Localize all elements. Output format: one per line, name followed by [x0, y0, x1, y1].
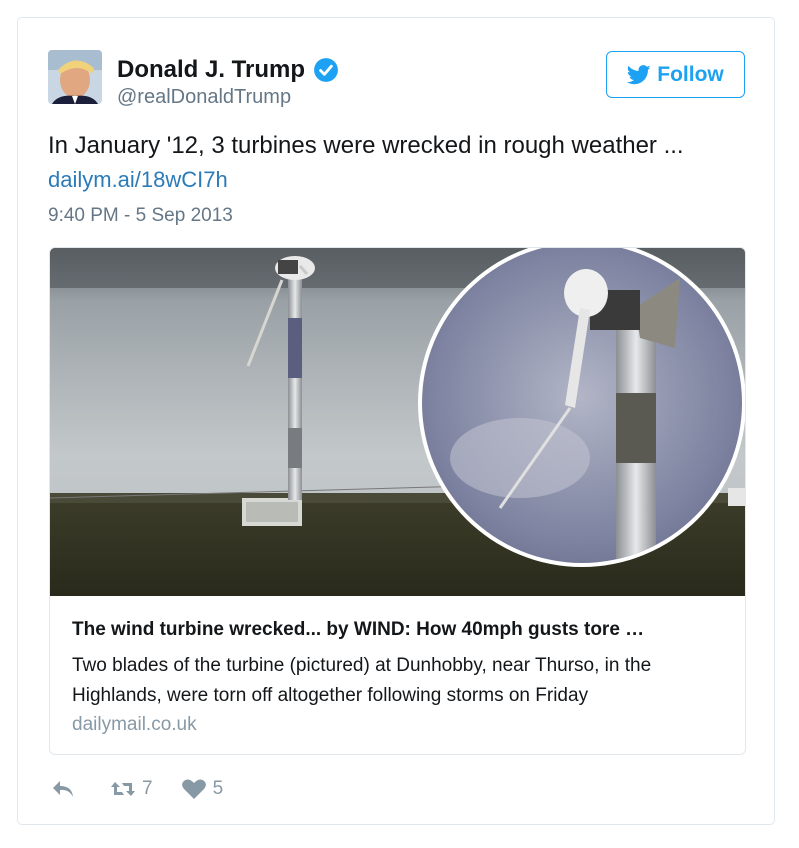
reply-button[interactable]	[50, 778, 82, 800]
wind-turbine-photo[interactable]	[50, 248, 746, 596]
card-domain[interactable]: dailymail.co.uk	[72, 714, 197, 736]
retweet-icon	[111, 782, 135, 796]
heart-icon	[181, 779, 206, 799]
tweet-link[interactable]: dailym.ai/18wCI7h	[48, 167, 228, 193]
retweet-count: 7	[142, 778, 153, 799]
author-name-row[interactable]: Donald J. Trump	[117, 56, 339, 84]
card-description: Two blades of the turbine (pictured) at …	[72, 655, 652, 706]
card-title[interactable]: The wind turbine wrecked... by WIND: How…	[72, 619, 644, 641]
tweet-embed: Donald J. Trump @realDonaldTrump Follow …	[17, 17, 775, 825]
author-name[interactable]: Donald J. Trump	[117, 56, 305, 84]
verified-badge-icon	[314, 58, 338, 82]
avatar[interactable]	[48, 50, 102, 104]
follow-label: Follow	[657, 62, 724, 86]
like-count: 5	[212, 778, 224, 799]
tweet-timestamp[interactable]: 9:40 PM - 5 Sep 2013	[48, 205, 233, 227]
retweet-button[interactable]: 7	[110, 778, 153, 800]
like-button[interactable]: 5	[181, 778, 224, 800]
author-handle[interactable]: @realDonaldTrump	[117, 86, 291, 109]
link-card[interactable]: The wind turbine wrecked... by WIND: How…	[49, 247, 746, 755]
twitter-bird-icon	[627, 64, 651, 84]
tweet-text: In January '12, 3 turbines were wrecked …	[48, 132, 684, 159]
tweet-actions: 7 5	[50, 778, 251, 800]
reply-icon	[53, 781, 73, 797]
follow-button[interactable]: Follow	[606, 51, 745, 98]
